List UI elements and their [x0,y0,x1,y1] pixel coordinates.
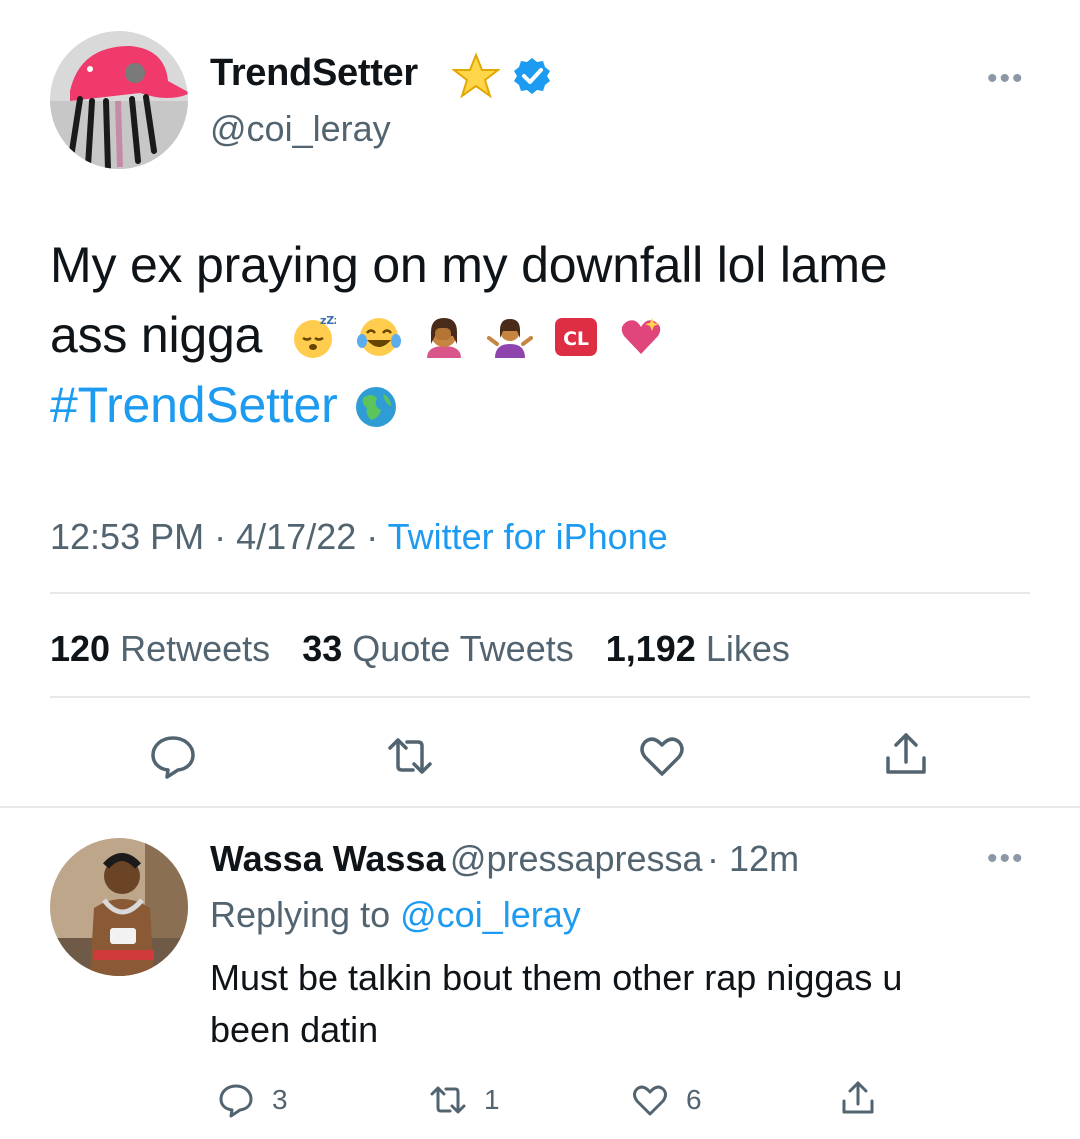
tweet-text: My ex praying on my downfall lol lame as… [50,230,1050,440]
reply-icon[interactable] [147,730,199,782]
star-icon [451,52,501,100]
reply-retweet-icon [430,1086,466,1114]
replying-to: Replying to @coi_leray [210,894,581,936]
more-options-icon[interactable]: ••• [987,62,1025,96]
reply-reply-action[interactable]: 3 [216,1080,288,1120]
sparkling-heart-emoji [618,314,664,360]
hashtag-link[interactable]: #TrendSetter [50,377,338,433]
like-icon[interactable] [636,730,688,782]
tweet-text-line-2: ass nigga zZz CL [50,300,1050,370]
quote-tweets-count: 33 [302,628,343,669]
retweet-icon[interactable] [384,730,436,782]
tweet-time[interactable]: 12:53 PM [50,516,204,557]
share-icon[interactable] [880,728,932,780]
facepalm-emoji [421,314,467,360]
reply-share-action[interactable] [838,1078,878,1118]
cl-button-label: CL [563,328,589,350]
reply-like-count: 6 [686,1084,702,1115]
quote-tweets-label: Quote Tweets [352,628,574,669]
reply-reply-icon [219,1084,253,1118]
reply-retweet-count: 1 [484,1084,500,1115]
reply-display-name[interactable]: Wassa Wassa [210,838,445,879]
reply-text-line-1: Must be talkin bout them other rap nigga… [210,957,903,998]
tweet-meta: 12:53 PM · 4/17/22 · Twitter for iPhone [50,516,668,558]
tears-of-joy-emoji [356,314,402,360]
reply-handle[interactable]: @pressapressa [450,838,703,879]
retweets-label: Retweets [120,628,271,669]
author-display-name[interactable]: TrendSetter [210,52,418,95]
retweets-count: 120 [50,628,111,669]
reply-text: Must be talkin bout them other rap nigga… [210,952,1050,1056]
replying-to-mention[interactable]: @coi_leray [400,894,581,935]
reply-retweet-action[interactable]: 1 [428,1080,500,1120]
tweet-text-line-1: My ex praying on my downfall lol lame [50,237,888,293]
reply-time[interactable]: · 12m [707,838,799,879]
replying-to-label: Replying to [210,894,391,935]
shrug-emoji [487,314,534,360]
cl-button-emoji: CL [553,314,599,360]
retweets-stat[interactable]: 120 Retweets [50,628,270,669]
author-avatar[interactable] [50,31,188,169]
reply-reply-count: 3 [272,1084,288,1115]
reply-share-icon [842,1081,874,1114]
meta-separator-2: · [366,516,379,557]
reply-header: Wassa Wassa @pressapressa · 12m [210,838,799,880]
hashtag-line: #TrendSetter [50,370,1050,440]
tweet-source-link[interactable]: Twitter for iPhone [388,516,668,557]
reply-like-icon [633,1085,667,1116]
reply-more-options-icon[interactable]: ••• [987,842,1025,876]
divider-bottom [50,696,1030,698]
globe-emoji [353,384,399,430]
sleeping-face-emoji: zZz [290,314,336,360]
meta-separator-1: · [214,516,227,557]
tweet-date[interactable]: 4/17/22 [236,516,356,557]
reply-text-line-2: been datin [210,1009,379,1050]
likes-stat[interactable]: 1,192 Likes [606,628,790,669]
tweet-stats: 120 Retweets 33 Quote Tweets 1,192 Likes [50,628,812,670]
reply-like-action[interactable]: 6 [630,1080,702,1120]
tweet-text-line-2-words: ass nigga [50,307,263,363]
tweet-separator [0,806,1080,808]
quote-tweets-stat[interactable]: 33 Quote Tweets [302,628,574,669]
divider-top [50,592,1030,594]
author-handle[interactable]: @coi_leray [210,108,391,150]
svg-text:zZz: zZz [320,314,336,327]
verified-badge-icon [512,56,552,96]
reply-author-avatar[interactable] [50,838,188,976]
likes-label: Likes [705,628,790,669]
likes-count: 1,192 [605,628,696,669]
